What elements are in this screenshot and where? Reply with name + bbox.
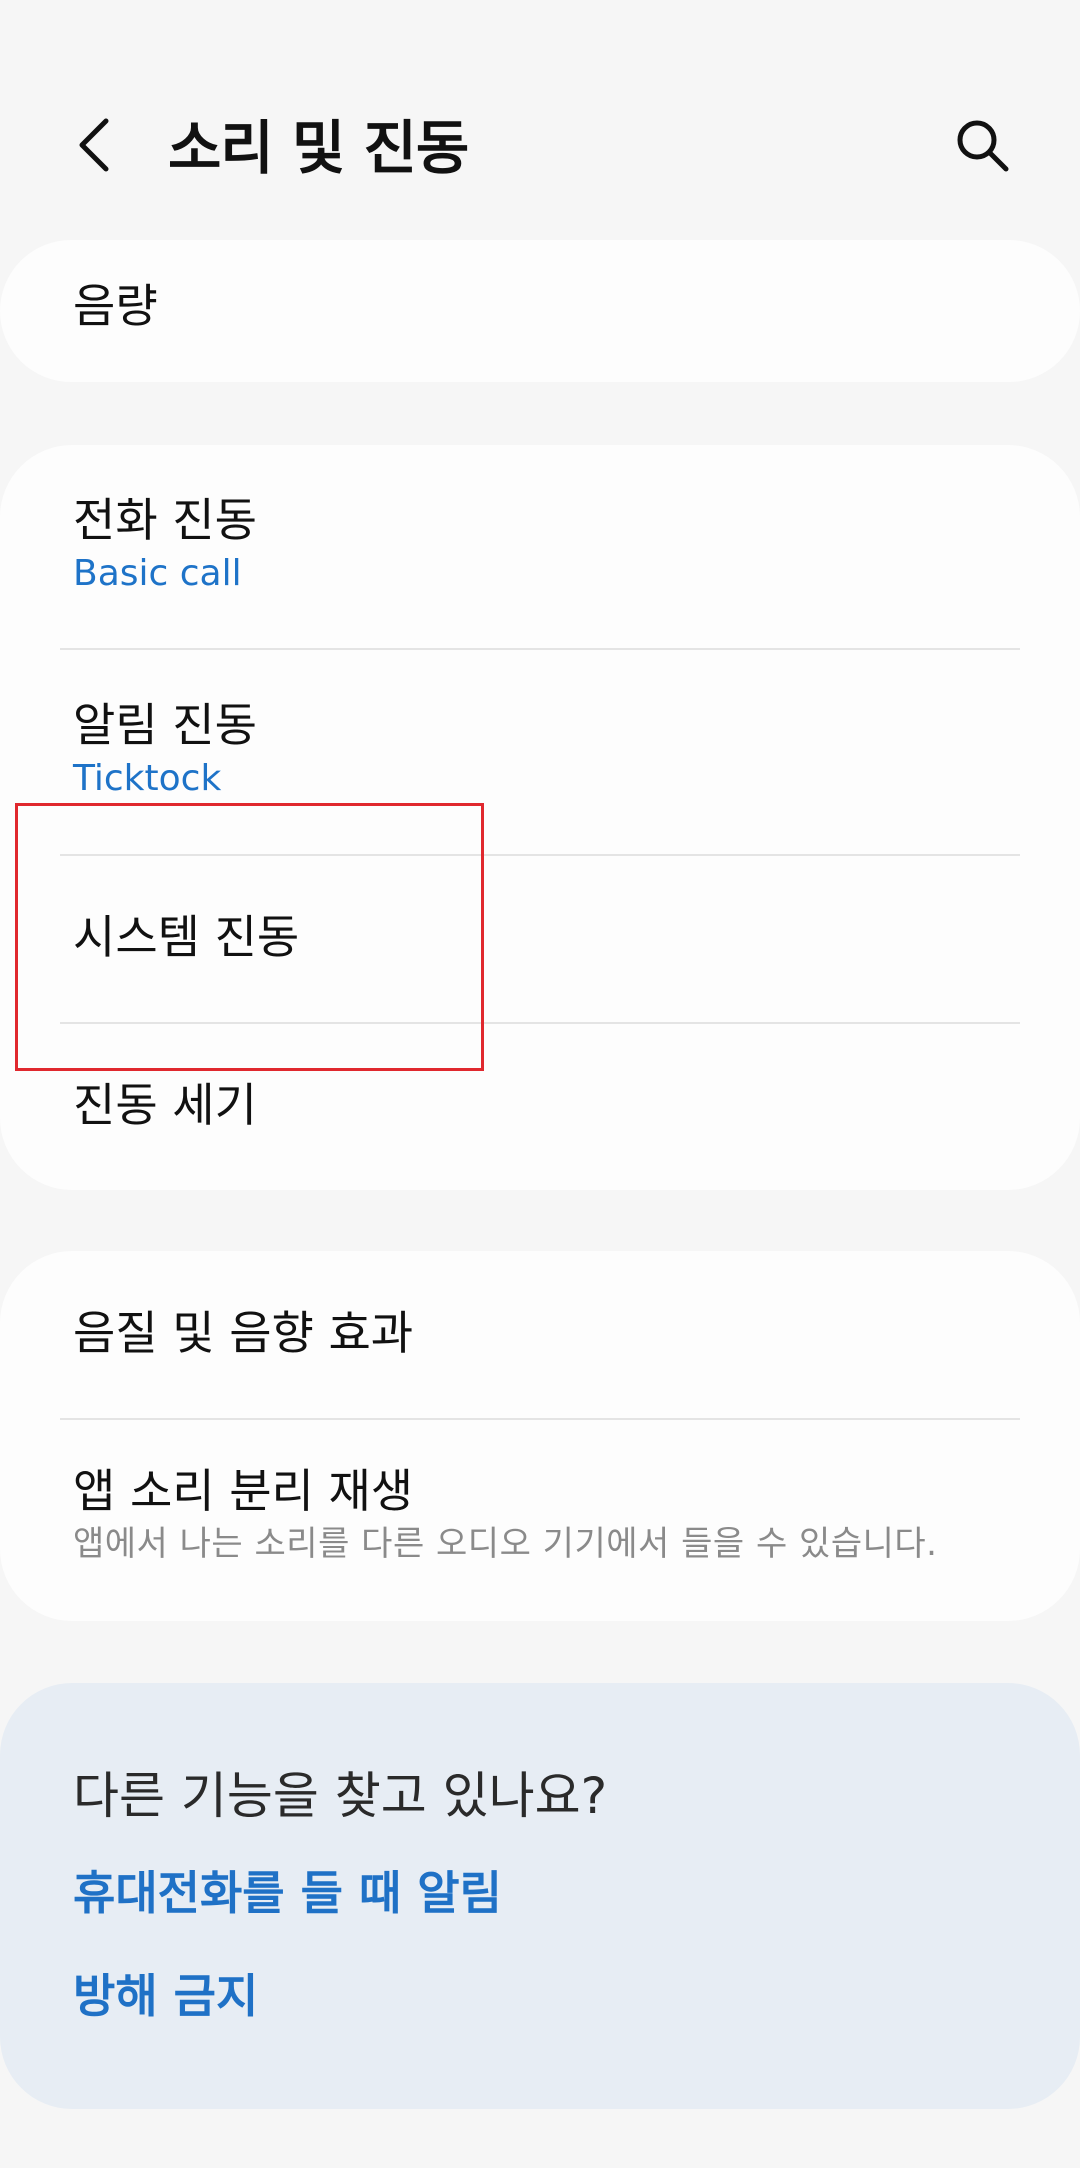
suggestion-link-lift-to-wake-alert[interactable]: 휴대전화를 들 때 알림 [73, 1863, 502, 1923]
suggestions-card: 다른 기능을 찾고 있나요? 휴대전화를 들 때 알림 방해 금지 [0, 1683, 1080, 2109]
divider [60, 648, 1020, 650]
page-title: 소리 및 진동 [168, 114, 469, 182]
system-vibration-title: 시스템 진동 [73, 910, 300, 964]
separate-app-sound-title: 앱 소리 분리 재생 [73, 1464, 414, 1518]
notification-vibration-item[interactable]: 알림 진동 Ticktock [0, 695, 1080, 803]
sound-quality-title: 음질 및 음향 효과 [73, 1306, 414, 1360]
sound-quality-card: 음질 및 음향 효과 앱 소리 분리 재생 앱에서 나는 소리를 다른 오디오 … [0, 1251, 1080, 1621]
search-button[interactable] [942, 105, 1022, 185]
separate-app-sound-item[interactable]: 앱 소리 분리 재생 앱에서 나는 소리를 다른 오디오 기기에서 들을 수 있… [0, 1461, 1080, 1567]
suggestions-heading: 다른 기능을 찾고 있나요? [73, 1767, 608, 1825]
suggestion-link-do-not-disturb[interactable]: 방해 금지 [73, 1966, 258, 2026]
back-button[interactable] [55, 105, 135, 185]
system-vibration-item[interactable]: 시스템 진동 [0, 907, 1080, 967]
call-vibration-item[interactable]: 전화 진동 Basic call [0, 490, 1080, 598]
vibration-card: 전화 진동 Basic call 알림 진동 Ticktock 시스템 진동 진… [0, 445, 1080, 1190]
volume-card: 음량 [0, 240, 1080, 382]
call-vibration-title: 전화 진동 [73, 493, 257, 547]
volume-item[interactable]: 음량 [0, 276, 1080, 336]
divider [60, 1418, 1020, 1420]
vibration-intensity-title: 진동 세기 [73, 1078, 257, 1132]
notification-vibration-title: 알림 진동 [73, 698, 257, 752]
search-icon [957, 120, 1009, 172]
chevron-left-icon [79, 118, 109, 172]
app-bar: 소리 및 진동 [0, 80, 1080, 210]
divider [60, 1022, 1020, 1024]
separate-app-sound-description: 앱에서 나는 소리를 다른 오디오 기기에서 들을 수 있습니다. [73, 1524, 938, 1564]
volume-label: 음량 [73, 279, 158, 333]
vibration-intensity-item[interactable]: 진동 세기 [0, 1075, 1080, 1135]
call-vibration-value: Basic call [73, 553, 242, 594]
sound-quality-item[interactable]: 음질 및 음향 효과 [0, 1303, 1080, 1363]
notification-vibration-value: Ticktock [73, 758, 222, 799]
divider [60, 854, 1020, 856]
